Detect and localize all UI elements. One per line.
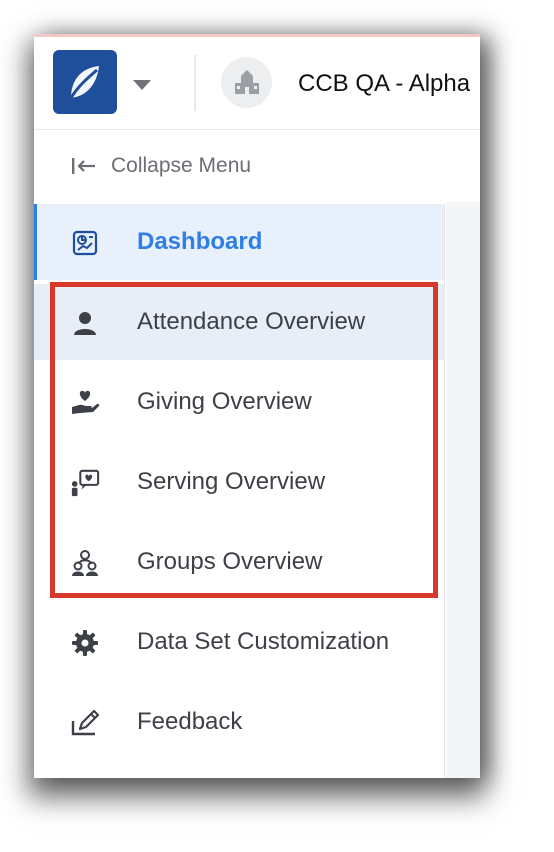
content-panel-edge: [446, 202, 480, 778]
sidebar-menu: Dashboard Attendance Overview Giving Ove…: [34, 204, 445, 778]
collapse-menu-label: Collapse Menu: [111, 154, 252, 177]
collapse-menu-button[interactable]: Collapse Menu: [71, 151, 251, 181]
giving-hand-icon: [70, 388, 100, 418]
feedback-pen-icon: [70, 708, 100, 738]
church-building-icon[interactable]: [221, 57, 272, 108]
sidebar-item-data-set-customization[interactable]: Data Set Customization: [34, 604, 444, 680]
sidebar-item-label: Dashboard: [137, 228, 263, 255]
sidebar-item-label: Serving Overview: [137, 468, 326, 495]
app-logo[interactable]: [53, 50, 117, 114]
person-icon: [70, 308, 100, 338]
serving-icon: [70, 468, 100, 498]
sidebar-item-label: Data Set Customization: [137, 628, 390, 655]
sidebar-item-attendance-overview[interactable]: Attendance Overview: [34, 284, 444, 360]
sidebar-item-label: Giving Overview: [137, 388, 312, 415]
app-header: CCB QA - Alpha: [34, 37, 480, 130]
sidebar-item-label: Feedback: [137, 708, 243, 735]
leaf-logo-icon: [69, 66, 99, 99]
sidebar-item-giving-overview[interactable]: Giving Overview: [34, 364, 444, 440]
org-switcher-caret-icon[interactable]: [133, 77, 151, 95]
sidebar-item-dashboard[interactable]: Dashboard: [34, 204, 444, 280]
sidebar-item-label: Attendance Overview: [137, 308, 366, 335]
header-divider: [194, 55, 196, 111]
sidebar-item-groups-overview[interactable]: Groups Overview: [34, 524, 444, 600]
app-window: CCB QA - Alpha Collapse Menu Dashboard A…: [34, 34, 480, 778]
dashboard-icon: [70, 228, 100, 258]
collapse-left-icon: [72, 158, 95, 174]
gear-icon: [70, 628, 100, 658]
sidebar-item-label: Groups Overview: [137, 548, 323, 575]
groups-icon: [70, 548, 100, 578]
sidebar-item-serving-overview[interactable]: Serving Overview: [34, 444, 444, 520]
org-name[interactable]: CCB QA - Alpha: [298, 70, 470, 98]
sidebar-item-feedback[interactable]: Feedback: [34, 684, 444, 760]
